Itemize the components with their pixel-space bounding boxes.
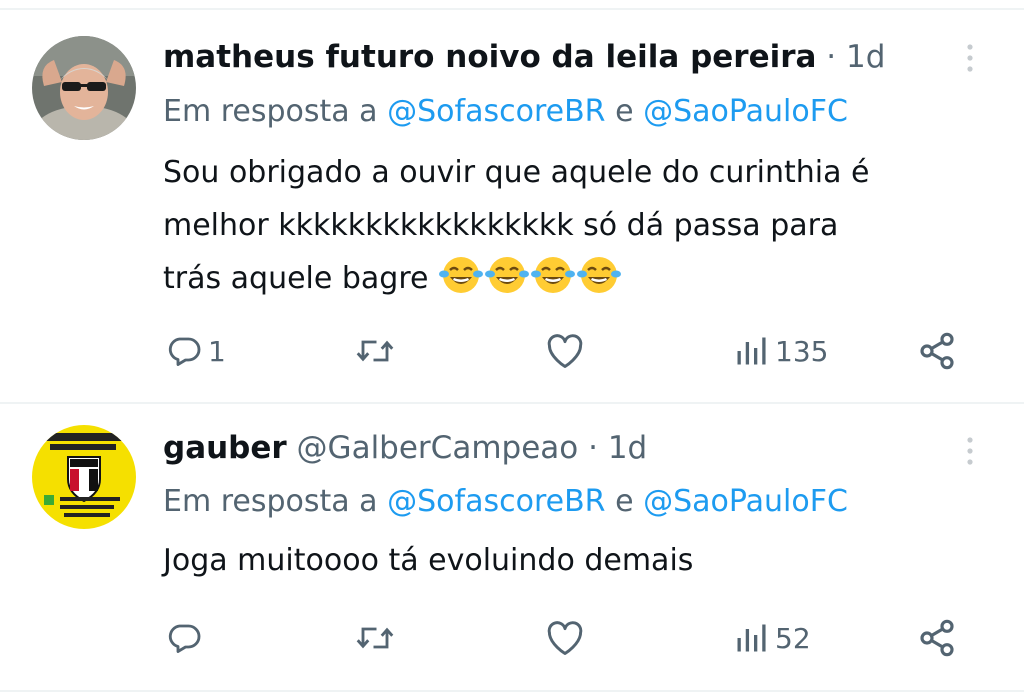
reply-context: Em resposta a @SofascoreBR e @SaoPauloFC bbox=[163, 482, 848, 522]
analytics-icon bbox=[737, 624, 766, 652]
like-button[interactable] bbox=[545, 616, 591, 660]
reply-conjunction: e bbox=[615, 94, 634, 129]
heart-icon bbox=[547, 334, 583, 369]
reply-prefix: Em resposta a bbox=[163, 94, 378, 129]
mention-link[interactable]: @SofascoreBR bbox=[387, 94, 605, 129]
tweet-header: matheus futuro noivo da leila pereira · … bbox=[163, 37, 885, 77]
emoji-group bbox=[438, 254, 622, 313]
views-button[interactable]: 52 bbox=[733, 616, 811, 660]
display-name[interactable]: matheus futuro noivo da leila pereira bbox=[163, 39, 816, 75]
mention-link[interactable]: @SofascoreBR bbox=[387, 484, 605, 519]
analytics-icon bbox=[737, 337, 766, 365]
tweet-text-line: melhor kkkkkkkkkkkkkkkkk só dá passa par… bbox=[163, 208, 839, 243]
timestamp[interactable]: 1d bbox=[846, 39, 885, 75]
retweet-icon bbox=[356, 627, 394, 649]
face-with-tears-of-joy-icon bbox=[531, 257, 576, 293]
view-count: 52 bbox=[775, 621, 811, 655]
reply-prefix: Em resposta a bbox=[163, 484, 378, 519]
like-button[interactable] bbox=[545, 329, 591, 373]
header-separator: · bbox=[588, 430, 598, 466]
tweet-text-segment: trás aquele bagre bbox=[163, 261, 429, 296]
tweet-text-line: Sou obrigado a ouvir que aquele do curin… bbox=[163, 155, 870, 190]
face-with-tears-of-joy-icon bbox=[439, 257, 484, 293]
retweet-icon bbox=[356, 340, 394, 362]
more-options-icon[interactable] bbox=[960, 431, 980, 471]
share-button[interactable] bbox=[917, 329, 957, 373]
tweet[interactable]: matheus futuro noivo da leila pereira · … bbox=[0, 0, 1024, 402]
tweet-header: gauber @GalberCampeao · 1d bbox=[163, 428, 647, 468]
tweet[interactable]: gauber @GalberCampeao · 1d Em resposta a… bbox=[0, 404, 1024, 688]
retweet-button[interactable] bbox=[355, 616, 401, 660]
avatar[interactable] bbox=[32, 36, 136, 140]
retweet-button[interactable] bbox=[355, 329, 401, 373]
avatar[interactable] bbox=[32, 425, 136, 529]
reply-button[interactable]: 1 bbox=[166, 329, 226, 373]
tweet-text-line: Joga muitoooo tá evoluindo demais bbox=[163, 543, 694, 578]
header-separator: · bbox=[826, 39, 837, 75]
mention-link[interactable]: @SaoPauloFC bbox=[643, 484, 848, 519]
share-icon bbox=[920, 619, 954, 657]
face-with-tears-of-joy-icon bbox=[485, 257, 530, 293]
user-handle[interactable]: @GalberCampeao bbox=[297, 430, 579, 466]
mention-link[interactable]: @SaoPauloFC bbox=[643, 94, 848, 129]
tweet-text: Joga muitoooo tá evoluindo demais bbox=[163, 534, 1003, 587]
divider bbox=[0, 690, 1024, 692]
action-bar: 1 135 bbox=[0, 329, 1024, 373]
heart-icon bbox=[547, 621, 583, 656]
more-options-icon[interactable] bbox=[960, 38, 980, 78]
share-icon bbox=[920, 332, 954, 370]
reply-button[interactable] bbox=[166, 616, 208, 660]
reply-icon bbox=[168, 624, 201, 653]
tweet-text-line: trás aquele bagre bbox=[163, 252, 1003, 313]
view-count: 135 bbox=[775, 334, 829, 368]
display-name[interactable]: gauber bbox=[163, 430, 287, 466]
timestamp[interactable]: 1d bbox=[608, 430, 647, 466]
tweet-text: Sou obrigado a ouvir que aquele do curin… bbox=[163, 146, 1003, 313]
reply-conjunction: e bbox=[615, 484, 634, 519]
reply-context: Em resposta a @SofascoreBR e @SaoPauloFC bbox=[163, 92, 848, 132]
share-button[interactable] bbox=[917, 616, 957, 660]
reply-count: 1 bbox=[208, 334, 226, 368]
reply-feed: matheus futuro noivo da leila pereira · … bbox=[0, 0, 1024, 698]
views-button[interactable]: 135 bbox=[733, 329, 828, 373]
face-with-tears-of-joy-icon bbox=[577, 257, 622, 293]
reply-icon bbox=[168, 337, 201, 366]
action-bar: 52 bbox=[0, 616, 1024, 660]
